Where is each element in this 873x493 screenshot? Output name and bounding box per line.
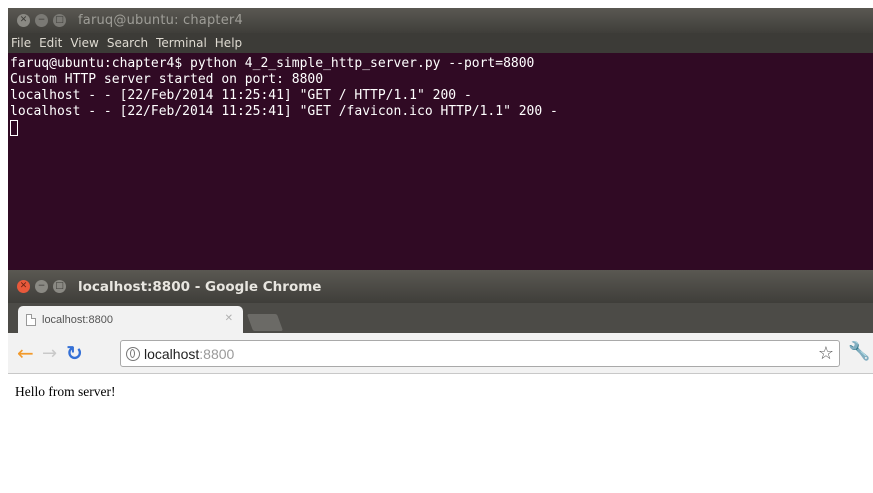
minimize-icon: − bbox=[37, 281, 46, 291]
terminal-line: faruq@ubuntu:chapter4$ python 4_2_simple… bbox=[10, 56, 535, 71]
tab-strip: localhost:8800 ✕ bbox=[8, 303, 873, 333]
url-port: :8800 bbox=[199, 345, 235, 362]
reload-icon[interactable]: ↻ bbox=[66, 341, 88, 365]
url-host: localhost bbox=[144, 345, 200, 362]
page-content: Hello from server! bbox=[8, 374, 873, 410]
maximize-icon: □ bbox=[55, 15, 64, 25]
terminal-titlebar[interactable]: ✕ − □ faruq@ubuntu: chapter4 bbox=[8, 8, 873, 33]
tab-label: localhost:8800 bbox=[42, 313, 113, 326]
menu-search[interactable]: Search bbox=[107, 36, 148, 50]
wrench-icon[interactable]: 🔧 bbox=[848, 341, 870, 362]
menu-help[interactable]: Help bbox=[215, 36, 242, 50]
forward-arrow-icon[interactable]: → bbox=[42, 343, 64, 364]
page-favicon-icon bbox=[26, 313, 36, 326]
terminal-close-button[interactable]: ✕ bbox=[17, 14, 30, 27]
back-arrow-icon[interactable]: ← bbox=[17, 341, 39, 365]
terminal-title: faruq@ubuntu: chapter4 bbox=[78, 13, 243, 28]
terminal-line: Custom HTTP server started on port: 8800 bbox=[10, 72, 324, 87]
menu-file[interactable]: File bbox=[11, 36, 31, 50]
terminal-cursor bbox=[10, 120, 18, 136]
menu-view[interactable]: View bbox=[70, 36, 98, 50]
minimize-icon: − bbox=[37, 15, 46, 25]
close-icon: ✕ bbox=[19, 281, 28, 291]
terminal-output[interactable]: faruq@ubuntu:chapter4$ python 4_2_simple… bbox=[8, 53, 873, 136]
terminal-prompt-line[interactable] bbox=[10, 120, 871, 136]
new-tab-button[interactable] bbox=[246, 314, 284, 331]
terminal-line: localhost - - [22/Feb/2014 11:25:41] "GE… bbox=[10, 88, 472, 103]
menu-terminal[interactable]: Terminal bbox=[156, 36, 207, 50]
chrome-maximize-button[interactable]: □ bbox=[53, 280, 66, 293]
maximize-icon: □ bbox=[55, 281, 64, 291]
terminal-minimize-button[interactable]: − bbox=[35, 14, 48, 27]
terminal-line: localhost - - [22/Feb/2014 11:25:41] "GE… bbox=[10, 104, 558, 119]
address-bar[interactable]: localhost:8800 ☆ bbox=[120, 340, 840, 367]
tab-close-icon[interactable]: ✕ bbox=[225, 313, 233, 324]
chrome-close-button[interactable]: ✕ bbox=[17, 280, 30, 293]
chrome-titlebar[interactable]: ✕ − □ localhost:8800 - Google Chrome bbox=[8, 270, 873, 303]
terminal-menubar: File Edit View Search Terminal Help bbox=[8, 33, 873, 53]
close-icon: ✕ bbox=[19, 15, 28, 25]
tab-localhost[interactable]: localhost:8800 ✕ bbox=[18, 306, 243, 333]
page-text: Hello from server! bbox=[15, 384, 116, 399]
chrome-minimize-button[interactable]: − bbox=[35, 280, 48, 293]
chrome-window: ✕ − □ localhost:8800 - Google Chrome loc… bbox=[8, 270, 873, 493]
globe-icon bbox=[126, 346, 140, 361]
browser-toolbar: ← → ↻ localhost:8800 ☆ 🔧 bbox=[8, 333, 873, 374]
terminal-window: ✕ − □ faruq@ubuntu: chapter4 File Edit V… bbox=[8, 8, 873, 270]
terminal-maximize-button[interactable]: □ bbox=[53, 14, 66, 27]
menu-edit[interactable]: Edit bbox=[39, 36, 62, 50]
star-icon[interactable]: ☆ bbox=[818, 343, 834, 364]
chrome-window-title: localhost:8800 - Google Chrome bbox=[78, 278, 322, 295]
